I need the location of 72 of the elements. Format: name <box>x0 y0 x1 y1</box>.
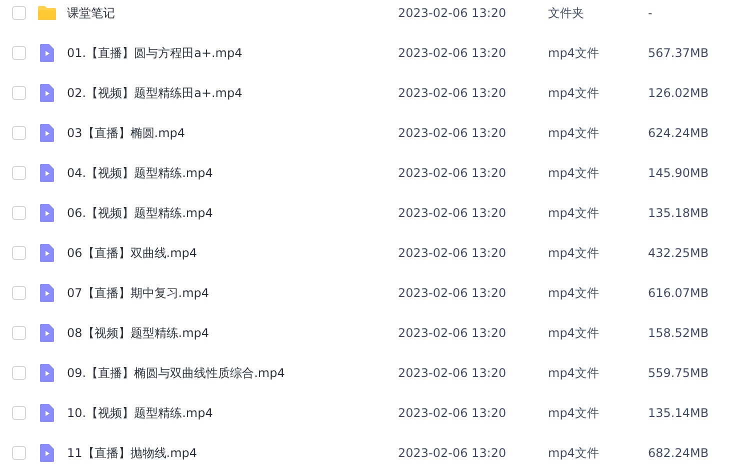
file-name[interactable]: 课堂笔记 <box>67 4 398 22</box>
file-name[interactable]: 03【直播】椭圆.mp4 <box>67 124 398 142</box>
checkbox[interactable] <box>12 406 26 420</box>
file-name[interactable]: 09.【直播】椭圆与双曲线性质综合.mp4 <box>67 364 398 382</box>
modified-date: 2023-02-06 13:20 <box>398 165 508 182</box>
checkbox[interactable] <box>12 126 26 140</box>
checkbox[interactable] <box>12 86 26 100</box>
file-size: 624.24MB <box>648 125 709 142</box>
modified-date: 2023-02-06 13:20 <box>398 285 508 302</box>
file-name[interactable]: 06.【视频】题型精练.mp4 <box>67 204 398 222</box>
file-type: mp4文件 <box>548 125 600 142</box>
file-type: mp4文件 <box>548 245 600 262</box>
file-type: mp4文件 <box>548 205 600 222</box>
file-size: 616.07MB <box>648 285 709 302</box>
file-name[interactable]: 08【视频】题型精练.mp4 <box>67 324 398 342</box>
file-type: mp4文件 <box>548 325 600 342</box>
file-type: mp4文件 <box>548 445 600 462</box>
checkbox[interactable] <box>12 166 26 180</box>
video-file-icon <box>37 163 57 183</box>
video-file-icon <box>37 443 57 463</box>
modified-date: 2023-02-06 13:20 <box>398 45 508 62</box>
video-file-icon <box>37 363 57 383</box>
modified-date: 2023-02-06 13:20 <box>398 125 508 142</box>
video-file-icon <box>37 123 57 143</box>
file-size: 567.37MB <box>648 45 709 62</box>
file-size: 559.75MB <box>648 365 709 382</box>
file-size: 682.24MB <box>648 445 709 462</box>
video-file-icon <box>37 243 57 263</box>
file-type: mp4文件 <box>548 165 600 182</box>
modified-date: 2023-02-06 13:20 <box>398 85 508 102</box>
modified-date: 2023-02-06 13:20 <box>398 205 508 222</box>
file-size: - <box>648 5 652 22</box>
modified-date: 2023-02-06 13:20 <box>398 365 508 382</box>
video-file-icon <box>37 283 57 303</box>
file-name[interactable]: 02.【视频】题型精练田a+.mp4 <box>67 84 398 102</box>
checkbox[interactable] <box>12 366 26 380</box>
modified-date: 2023-02-06 13:20 <box>398 405 508 422</box>
checkbox[interactable] <box>12 326 26 340</box>
checkbox[interactable] <box>12 6 26 20</box>
file-name[interactable]: 10.【视频】题型精练.mp4 <box>67 404 398 422</box>
video-file-icon <box>37 403 57 423</box>
folder-icon <box>37 3 57 23</box>
checkbox[interactable] <box>12 246 26 260</box>
file-size: 126.02MB <box>648 85 709 102</box>
video-file-icon <box>37 323 57 343</box>
checkbox[interactable] <box>12 286 26 300</box>
file-type: 文件夹 <box>548 5 585 22</box>
file-name[interactable]: 04.【视频】题型精练.mp4 <box>67 164 398 182</box>
modified-date: 2023-02-06 13:20 <box>398 5 508 22</box>
checkbox[interactable] <box>12 446 26 460</box>
file-size: 135.14MB <box>648 405 709 422</box>
file-name[interactable]: 07【直播】期中复习.mp4 <box>67 284 398 302</box>
modified-date: 2023-02-06 13:20 <box>398 445 508 462</box>
video-file-icon <box>37 203 57 223</box>
file-type: mp4文件 <box>548 365 600 382</box>
video-file-icon <box>37 43 57 63</box>
file-type: mp4文件 <box>548 85 600 102</box>
file-name[interactable]: 11【直播】抛物线.mp4 <box>67 444 398 462</box>
file-type: mp4文件 <box>548 405 600 422</box>
checkbox[interactable] <box>12 46 26 60</box>
file-size: 432.25MB <box>648 245 709 262</box>
file-type: mp4文件 <box>548 45 600 62</box>
modified-date: 2023-02-06 13:20 <box>398 325 508 342</box>
file-name[interactable]: 01.【直播】圆与方程田a+.mp4 <box>67 44 398 62</box>
video-file-icon <box>37 83 57 103</box>
file-size: 158.52MB <box>648 325 709 342</box>
checkbox[interactable] <box>12 206 26 220</box>
file-name[interactable]: 06【直播】双曲线.mp4 <box>67 244 398 262</box>
file-size: 145.90MB <box>648 165 709 182</box>
modified-date: 2023-02-06 13:20 <box>398 245 508 262</box>
file-size: 135.18MB <box>648 205 709 222</box>
file-type: mp4文件 <box>548 285 600 302</box>
